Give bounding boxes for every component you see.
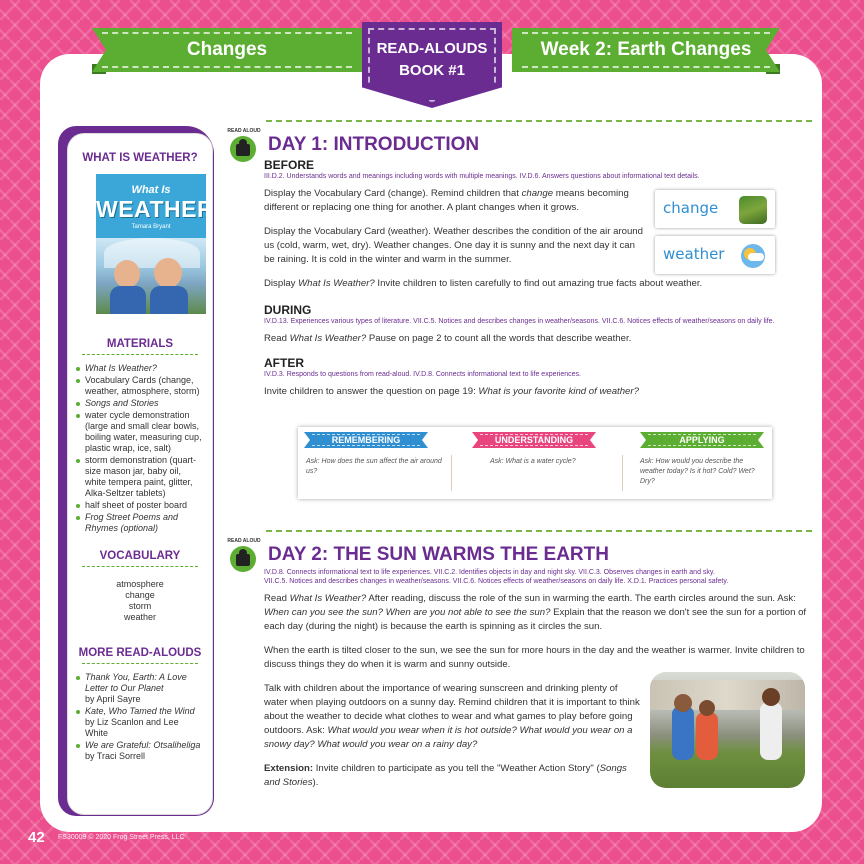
after-heading: AFTER xyxy=(264,356,304,370)
list-item: Thank You, Earth: A Love Letter to Our P… xyxy=(76,672,204,705)
day1-paragraph-5: Invite children to answer the question o… xyxy=(264,386,639,397)
vocabulary-list: atmosphere change storm weather xyxy=(68,579,212,623)
shield-line2: BOOK #1 xyxy=(399,62,465,79)
materials-list: What Is Weather? Vocabulary Cards (chang… xyxy=(76,363,204,534)
cover-title-small: What Is xyxy=(131,184,171,196)
more-divider xyxy=(82,663,198,664)
vocabulary-divider xyxy=(82,566,198,567)
day2-paragraph-1: Read What Is Weather? After reading, dis… xyxy=(264,593,807,632)
read-aloud-badge-icon: READ ALOUD xyxy=(227,538,261,572)
week-banner: Week 2: Earth Changes xyxy=(512,28,780,72)
day2-standards-2: VII.C.5. Notices and describes changes i… xyxy=(264,578,729,585)
vocab-word: atmosphere xyxy=(116,579,164,589)
day2-paragraph-3: Talk with children about the importance … xyxy=(264,683,640,750)
book-cover-image: What Is WEATHER? Tamara Bryant xyxy=(96,174,206,314)
day2-standards-1: IV.D.8. Connects informational text to l… xyxy=(264,569,715,576)
remembering-question: Ask: How does the sun affect the air aro… xyxy=(306,458,442,475)
before-heading: BEFORE xyxy=(264,158,315,172)
unit-banner: Changes xyxy=(92,28,362,72)
question-box: REMEMBERING UNDERSTANDING APPLYING Ask: … xyxy=(298,427,772,499)
day2-title: DAY 2: THE SUN WARMS THE EARTH xyxy=(268,544,609,565)
day1-paragraph-1: Display the Vocabulary Card (change). Re… xyxy=(264,188,629,213)
weather-icon xyxy=(739,242,767,270)
understanding-tag: UNDERSTANDING xyxy=(472,432,596,448)
materials-heading: MATERIALS xyxy=(106,338,174,350)
list-item: half sheet of poster board xyxy=(76,500,204,511)
before-standards: III.D.2. Understands words and meanings … xyxy=(264,173,700,180)
cover-title: WEATHER? xyxy=(96,196,206,222)
copyright: FS30009 © 2020 Frog Street Press, LLC xyxy=(58,834,185,841)
vocab-word: change xyxy=(125,590,155,600)
after-standards: IV.D.3. Responds to questions from read-… xyxy=(264,371,581,378)
more-read-alouds-heading: MORE READ-ALOUDS xyxy=(78,647,202,659)
book-author: by Traci Sorrell xyxy=(85,751,146,761)
vocabulary-heading: VOCABULARY xyxy=(99,550,181,562)
applying-question: Ask: How would you describe the weather … xyxy=(640,458,755,485)
list-item: Vocabulary Cards (change, weather, atmos… xyxy=(76,375,204,397)
vocab-word: weather xyxy=(123,612,157,622)
list-item: Frog Street Poems and Rhymes (optional) xyxy=(76,512,204,534)
book-title: Thank You, Earth: A Love Letter to Our P… xyxy=(85,672,187,693)
shield-line1: READ-ALOUDS xyxy=(376,40,488,57)
more-read-alouds-list: Thank You, Earth: A Love Letter to Our P… xyxy=(76,672,204,762)
book-title: Kate, Who Tamed the Wind xyxy=(85,706,195,716)
page-number: 42 xyxy=(28,829,45,846)
list-item: Songs and Stories xyxy=(76,398,204,409)
day2-header: READ ALOUD DAY 2: THE SUN WARMS THE EART… xyxy=(227,538,808,572)
day1-paragraph-3: Display What Is Weather? Invite children… xyxy=(264,278,703,289)
cover-author: Tamara Bryant xyxy=(131,224,171,230)
during-heading: DURING xyxy=(264,303,312,317)
during-standards: IV.D.13. Experiences various types of li… xyxy=(264,318,775,325)
list-item: water cycle demonstration (large and sma… xyxy=(76,410,204,454)
materials-divider xyxy=(82,354,198,355)
card-word: change xyxy=(663,199,719,217)
day1-header: READ ALOUD DAY 1: INTRODUCTION xyxy=(227,128,808,162)
remembering-tag: REMEMBERING xyxy=(304,432,428,448)
day1-paragraph-4: Read What Is Weather? Pause on page 2 to… xyxy=(264,333,632,344)
list-item: storm demonstration (quart-size mason ja… xyxy=(76,455,204,499)
card-word: weather xyxy=(663,245,725,263)
section-divider xyxy=(266,530,812,532)
children-playing-photo xyxy=(650,672,805,788)
vocabulary-card-weather: weather xyxy=(655,236,775,274)
read-aloud-badge-icon: READ ALOUD xyxy=(227,128,261,162)
list-item: What Is Weather? xyxy=(76,363,204,374)
vocabulary-card-change: change xyxy=(655,190,775,228)
sidebar: WHAT IS WEATHER? What Is WEATHER? Tamara… xyxy=(68,134,212,814)
extension-paragraph: Extension: Invite children to participat… xyxy=(264,763,627,788)
book-author: by Liz Scanlon and Lee White xyxy=(85,717,179,738)
day1-title: DAY 1: INTRODUCTION xyxy=(268,134,480,155)
list-item: Kate, Who Tamed the Wind by Liz Scanlon a… xyxy=(76,706,204,739)
plant-image xyxy=(739,196,767,224)
vocab-word: storm xyxy=(128,601,152,611)
understanding-question: Ask: What is a water cycle? xyxy=(490,458,576,465)
cover-photo xyxy=(96,238,206,314)
applying-tag: APPLYING xyxy=(640,432,764,448)
what-is-heading: WHAT IS WEATHER? xyxy=(82,152,198,164)
book-author: by April Sayre xyxy=(85,694,141,704)
day2-paragraph-2: When the earth is tilted closer to the s… xyxy=(264,645,805,670)
day1-paragraph-2: Display the Vocabulary Card (weather). W… xyxy=(264,226,643,265)
book-title: We are Grateful: Otsaliheliga xyxy=(85,740,201,750)
list-item: We are Grateful: Otsaliheliga by Traci So… xyxy=(76,740,204,762)
section-divider xyxy=(266,120,812,122)
